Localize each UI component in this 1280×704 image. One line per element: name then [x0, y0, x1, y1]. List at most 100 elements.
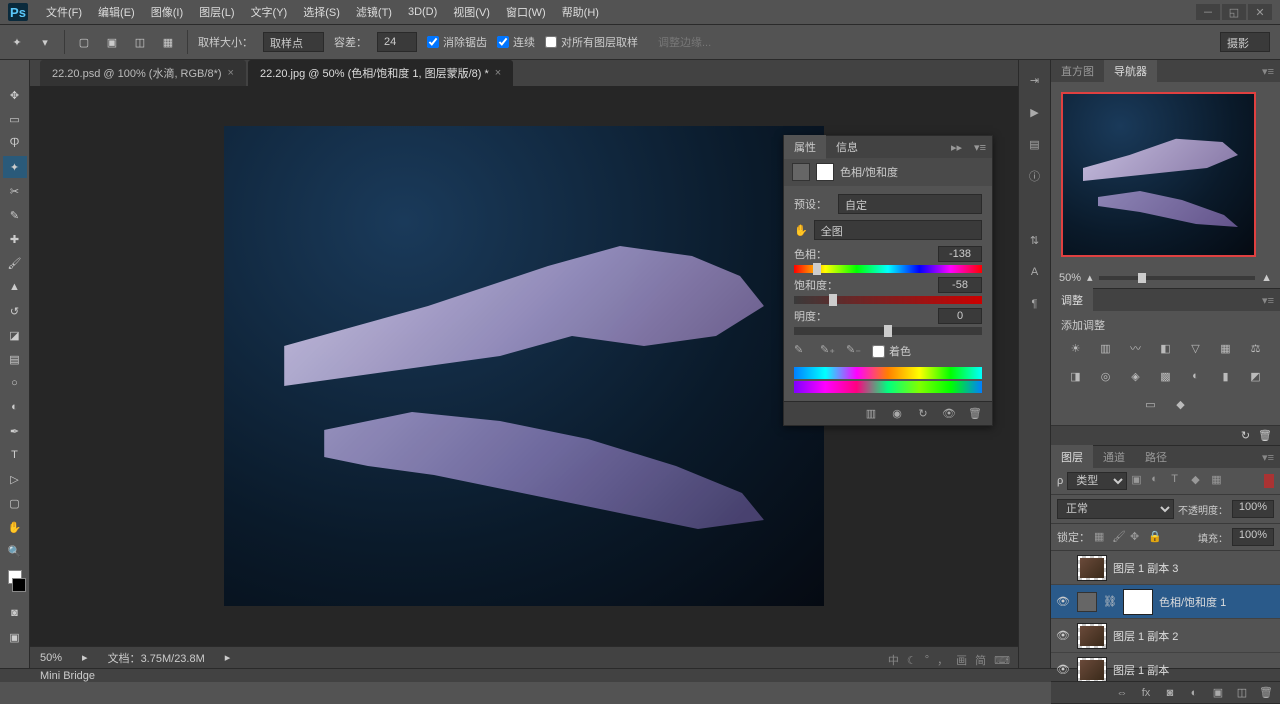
- quick-mask-toggle[interactable]: ◙: [3, 602, 27, 624]
- panel-menu-icon[interactable]: ▾≡: [1256, 451, 1280, 464]
- clip-to-layer-icon[interactable]: ▥: [862, 406, 880, 422]
- close-icon[interactable]: ×: [228, 67, 234, 79]
- panel-menu-icon[interactable]: ▾≡: [968, 141, 992, 154]
- navigator-zoom-value[interactable]: 50%: [1059, 272, 1081, 284]
- range-select[interactable]: 全图: [814, 220, 982, 240]
- workspace-preset-select[interactable]: 摄影: [1220, 32, 1270, 52]
- hue-sat-icon[interactable]: ▦: [1216, 339, 1236, 357]
- marquee-tool[interactable]: ▭: [3, 108, 27, 130]
- adj-flyout-icon[interactable]: ↻: [1241, 429, 1250, 442]
- layer-item[interactable]: 图层 1 副本 3: [1051, 551, 1280, 585]
- tab-properties[interactable]: 属性: [784, 135, 826, 159]
- styles-panel-icon[interactable]: ¶: [1025, 294, 1045, 314]
- curves-icon[interactable]: 〰: [1126, 339, 1146, 357]
- layer-item[interactable]: 👁 图层 1 副本 2: [1051, 619, 1280, 653]
- window-close[interactable]: ✕: [1248, 4, 1272, 20]
- pen-tool[interactable]: ✒: [3, 420, 27, 442]
- doc-tab-0[interactable]: 22.20.psd @ 100% (水滴, RGB/8*)×: [40, 60, 246, 86]
- hue-slider[interactable]: [794, 265, 982, 273]
- dodge-tool[interactable]: ◐: [3, 396, 27, 418]
- filter-adjust-icon[interactable]: ◐: [1151, 473, 1167, 489]
- collapse-icon[interactable]: ▸▸: [945, 141, 968, 154]
- gradient-map-icon[interactable]: ▭: [1141, 395, 1161, 413]
- hand-icon[interactable]: ✋: [794, 224, 808, 237]
- toggle-visibility-icon[interactable]: 👁: [940, 406, 958, 422]
- zoom-out-icon[interactable]: ▴: [1087, 271, 1093, 284]
- menu-filter[interactable]: 滤镜(T): [348, 4, 400, 20]
- play-icon[interactable]: ▶: [1025, 102, 1045, 122]
- lock-position-icon[interactable]: ✥: [1130, 530, 1144, 544]
- channel-mixer-icon[interactable]: ◈: [1126, 367, 1146, 385]
- photo-filter-icon[interactable]: ◎: [1096, 367, 1116, 385]
- eyedropper-add-icon[interactable]: ✎₊: [820, 343, 836, 359]
- levels-icon[interactable]: ▥: [1096, 339, 1116, 357]
- all-layers-checkbox[interactable]: 对所有图层取样: [545, 34, 638, 50]
- filter-type-icon[interactable]: T: [1171, 473, 1187, 489]
- healing-tool[interactable]: ✚: [3, 228, 27, 250]
- lightness-value[interactable]: 0: [938, 308, 982, 324]
- character-panel-icon[interactable]: ⇅: [1025, 230, 1045, 250]
- history-panel-icon[interactable]: ▤: [1025, 134, 1045, 154]
- exposure-icon[interactable]: ◧: [1156, 339, 1176, 357]
- link-layers-icon[interactable]: ⇔: [1114, 685, 1130, 701]
- info-panel-icon[interactable]: ⓘ: [1025, 166, 1045, 186]
- saturation-slider[interactable]: [794, 296, 982, 304]
- threshold-icon[interactable]: ◩: [1246, 367, 1266, 385]
- bw-icon[interactable]: ◨: [1066, 367, 1086, 385]
- layer-filter-kind[interactable]: 类型: [1067, 472, 1127, 490]
- screen-mode-toggle[interactable]: ▣: [3, 626, 27, 648]
- window-maximize[interactable]: ◱: [1222, 4, 1246, 20]
- layer-thumbnail[interactable]: [1077, 623, 1107, 649]
- invert-icon[interactable]: ◐: [1186, 367, 1206, 385]
- zoom-tool[interactable]: 🔍: [3, 540, 27, 562]
- layer-thumbnail[interactable]: [1077, 657, 1107, 682]
- selection-add-icon[interactable]: ▣: [103, 33, 121, 51]
- menu-type[interactable]: 文字(Y): [243, 4, 296, 20]
- panel-expand-icon[interactable]: ⇥: [1025, 70, 1045, 90]
- eyedropper-tool[interactable]: ✎: [3, 204, 27, 226]
- color-lookup-icon[interactable]: ▩: [1156, 367, 1176, 385]
- tab-histogram[interactable]: 直方图: [1051, 59, 1104, 83]
- opacity-value[interactable]: 100%: [1232, 500, 1274, 518]
- menu-file[interactable]: 文件(F): [38, 4, 90, 20]
- link-icon[interactable]: ⛓: [1103, 595, 1117, 608]
- filter-toggle[interactable]: [1264, 474, 1274, 488]
- brightness-icon[interactable]: ☀: [1066, 339, 1086, 357]
- mini-bridge-tab[interactable]: Mini Bridge: [40, 670, 95, 682]
- tab-navigator[interactable]: 导航器: [1104, 59, 1157, 83]
- visibility-toggle[interactable]: 👁: [1055, 595, 1071, 608]
- eraser-tool[interactable]: ◪: [3, 324, 27, 346]
- chevron-down-icon[interactable]: ▾: [36, 33, 54, 51]
- visibility-toggle[interactable]: 👁: [1055, 629, 1071, 642]
- magic-wand-tool[interactable]: ✦: [3, 156, 27, 178]
- eyedropper-icon[interactable]: ✎: [794, 343, 810, 359]
- filter-smart-icon[interactable]: ▦: [1211, 473, 1227, 489]
- view-previous-icon[interactable]: ◉: [888, 406, 906, 422]
- path-select-tool[interactable]: ▷: [3, 468, 27, 490]
- zoom-in-icon[interactable]: ▲: [1261, 272, 1272, 284]
- delete-layer-icon[interactable]: 🗑: [1258, 685, 1274, 701]
- contiguous-checkbox[interactable]: 连续: [497, 34, 535, 50]
- shape-tool[interactable]: ▢: [3, 492, 27, 514]
- layer-fx-icon[interactable]: fx: [1138, 685, 1154, 701]
- zoom-flyout-icon[interactable]: ▸: [82, 651, 88, 664]
- selection-subtract-icon[interactable]: ◫: [131, 33, 149, 51]
- color-balance-icon[interactable]: ⚖: [1246, 339, 1266, 357]
- layer-mask-icon[interactable]: ◙: [1162, 685, 1178, 701]
- colorize-checkbox[interactable]: 着色: [872, 343, 911, 359]
- sample-size-select[interactable]: 取样点: [263, 32, 324, 52]
- eyedropper-sub-icon[interactable]: ✎₋: [846, 343, 862, 359]
- blur-tool[interactable]: ○: [3, 372, 27, 394]
- new-layer-icon[interactable]: ◫: [1234, 685, 1250, 701]
- menu-layer[interactable]: 图层(L): [191, 4, 242, 20]
- menu-help[interactable]: 帮助(H): [554, 4, 607, 20]
- lock-trans-icon[interactable]: ▦: [1094, 530, 1108, 544]
- panel-menu-icon[interactable]: ▾≡: [1256, 65, 1280, 78]
- type-tool[interactable]: T: [3, 444, 27, 466]
- new-fill-adj-icon[interactable]: ◐: [1186, 685, 1202, 701]
- selection-new-icon[interactable]: ▢: [75, 33, 93, 51]
- doc-tab-1[interactable]: 22.20.jpg @ 50% (色相/饱和度 1, 图层蒙版/8) *×: [248, 60, 513, 86]
- move-tool[interactable]: ✥: [3, 84, 27, 106]
- tab-channels[interactable]: 通道: [1093, 445, 1135, 469]
- layer-item[interactable]: 👁 图层 1 副本: [1051, 653, 1280, 681]
